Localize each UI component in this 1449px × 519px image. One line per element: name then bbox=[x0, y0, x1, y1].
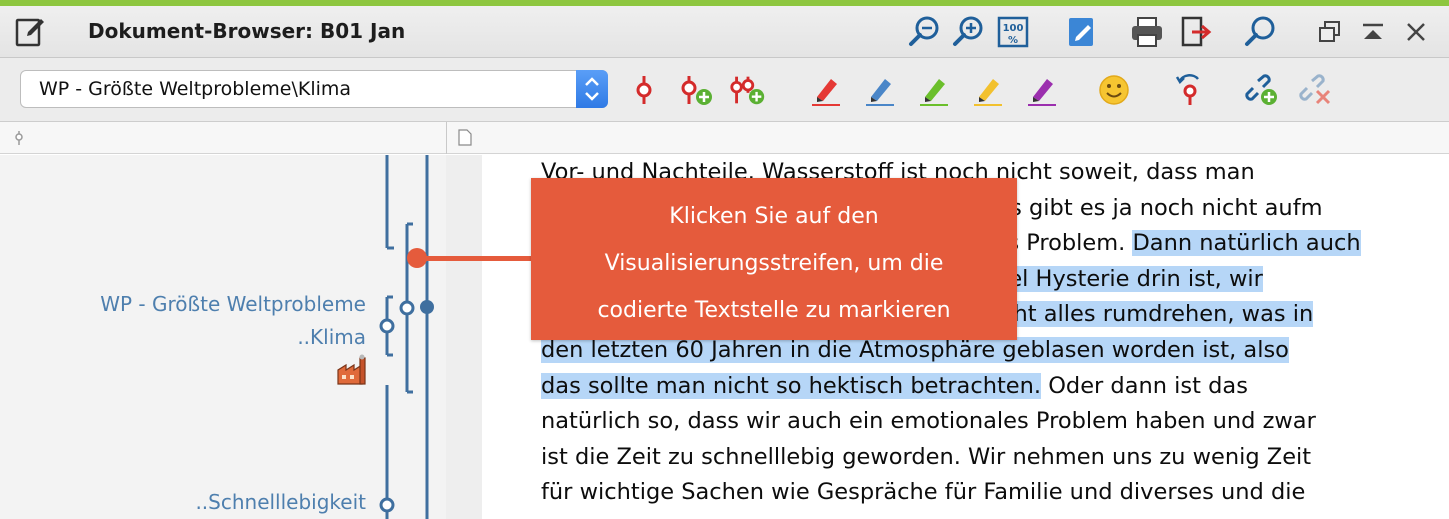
link-remove-icon[interactable] bbox=[1296, 71, 1336, 109]
zoom-100-label: 100 bbox=[1003, 23, 1024, 34]
document-column-icon[interactable] bbox=[458, 129, 472, 150]
callout-line-1: Klicken Sie auf den bbox=[669, 204, 879, 229]
callout-line-3: codierte Textstelle zu markieren bbox=[597, 298, 951, 323]
svg-text:%: % bbox=[1008, 35, 1018, 46]
column-divider[interactable] bbox=[446, 122, 447, 154]
highlighter-green-icon[interactable] bbox=[914, 71, 954, 109]
zoom-in-icon[interactable] bbox=[950, 14, 986, 50]
coded-segment-text[interactable]: den letzten 60 Jahren in die Atmosphäre … bbox=[541, 336, 1289, 363]
callout-tooltip: Klicken Sie auf den Visualisierungsstrei… bbox=[531, 178, 1017, 340]
code-icon[interactable] bbox=[624, 71, 664, 109]
code-new-icon[interactable] bbox=[676, 71, 716, 109]
collapse-icon[interactable] bbox=[1355, 14, 1391, 50]
search-icon[interactable] bbox=[1242, 14, 1278, 50]
coded-segment-text[interactable]: das sollte man nicht so hektisch betrach… bbox=[541, 372, 1042, 399]
highlighter-red-icon[interactable] bbox=[806, 71, 846, 109]
callout-line-2: Visualisierungsstreifen, um die bbox=[604, 251, 944, 276]
document-line[interactable]: das sollte man nicht so hektisch betrach… bbox=[541, 369, 1436, 405]
code-label-schnelllebigkeit[interactable]: ..Schnelllebigkeit bbox=[195, 490, 366, 514]
callout-pointer-dot bbox=[407, 248, 427, 268]
highlighter-yellow-icon[interactable] bbox=[968, 71, 1008, 109]
highlighter-purple-icon[interactable] bbox=[1022, 71, 1062, 109]
coding-stripe-panel[interactable]: WP - Größte Weltprobleme ..Klima ..Schne… bbox=[0, 155, 446, 519]
code-column-icon[interactable] bbox=[12, 130, 26, 150]
document-text-segment[interactable]: Oder dann ist das bbox=[1041, 373, 1248, 399]
callout-pointer-line bbox=[418, 256, 532, 261]
print-icon[interactable] bbox=[1129, 14, 1165, 50]
code-multi-new-icon[interactable] bbox=[728, 71, 768, 109]
highlighter-blue-icon[interactable] bbox=[860, 71, 900, 109]
code-select-value: WP - Größte Weltprobleme\Klima bbox=[39, 78, 352, 100]
toolbar: WP - Größte Weltprobleme\Klima bbox=[0, 58, 1449, 122]
factory-icon bbox=[336, 354, 370, 392]
column-header bbox=[0, 122, 1449, 154]
document-text-segment[interactable]: für wichtige Sachen wie Gespräche für Fa… bbox=[541, 479, 1305, 505]
code-label-weltprobleme[interactable]: WP - Größte Weltprobleme bbox=[100, 292, 366, 316]
emoticon-icon[interactable] bbox=[1094, 71, 1134, 109]
code-label-klima[interactable]: ..Klima bbox=[297, 325, 366, 349]
restore-window-icon[interactable] bbox=[1312, 14, 1348, 50]
select-stepper-icon[interactable] bbox=[576, 70, 608, 108]
edit-mode-icon[interactable] bbox=[1063, 14, 1099, 50]
zoom-100-icon[interactable]: 100% bbox=[995, 14, 1031, 50]
title-bar: Dokument-Browser: B01 Jan 100% bbox=[0, 6, 1449, 58]
link-add-icon[interactable] bbox=[1242, 71, 1282, 109]
recode-icon[interactable] bbox=[1168, 71, 1208, 109]
code-select[interactable]: WP - Größte Weltprobleme\Klima bbox=[20, 70, 608, 108]
coding-stripes[interactable] bbox=[0, 155, 446, 519]
line-number-strip bbox=[446, 155, 482, 519]
coded-segment-text[interactable]: Dann natürlich auch bbox=[1132, 230, 1361, 257]
document-text-segment[interactable]: ist die Zeit zu schnelllebig geworden. W… bbox=[541, 444, 1311, 470]
document-line[interactable]: ist die Zeit zu schnelllebig geworden. W… bbox=[541, 440, 1436, 476]
document-edit-icon bbox=[14, 14, 46, 48]
document-line[interactable]: für wichtige Sachen wie Gespräche für Fa… bbox=[541, 475, 1436, 511]
window-title: Dokument-Browser: B01 Jan bbox=[88, 19, 406, 43]
close-icon[interactable] bbox=[1398, 14, 1434, 50]
document-line[interactable]: natürlich so, dass wir auch ein emotiona… bbox=[541, 404, 1436, 440]
zoom-out-icon[interactable] bbox=[906, 14, 942, 50]
document-text-segment[interactable]: natürlich so, dass wir auch ein emotiona… bbox=[541, 408, 1316, 434]
export-icon[interactable] bbox=[1177, 14, 1213, 50]
